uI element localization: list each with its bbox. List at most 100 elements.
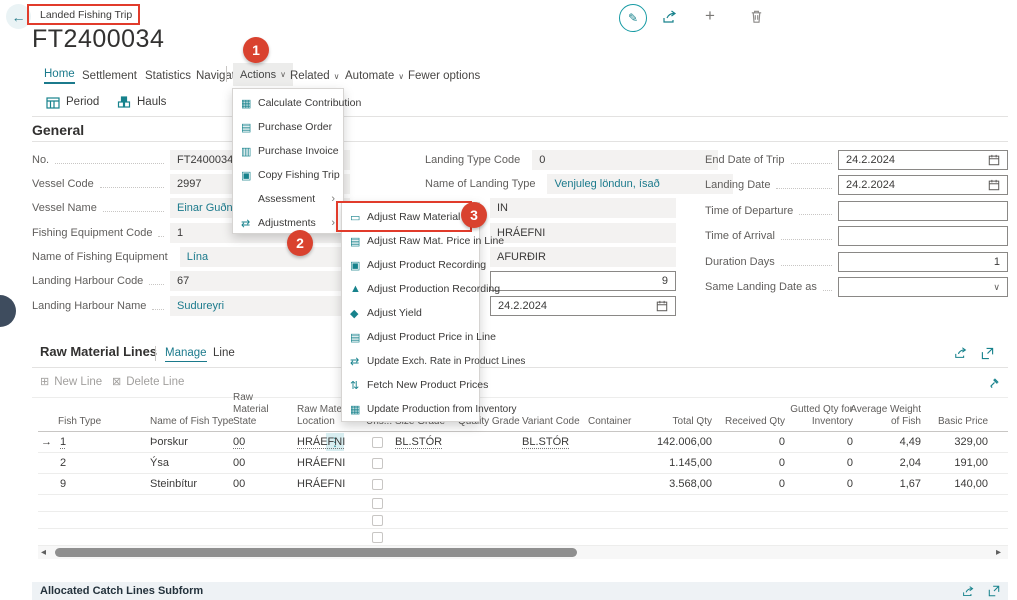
fish-name-cell[interactable]: Ýsa: [150, 453, 169, 473]
table-row[interactable]: 2 Ýsa 00 HRÁEFNI 1.145,00 0 0 2,04 191,0…: [38, 453, 1008, 474]
share-button[interactable]: [662, 9, 678, 25]
menu-actions[interactable]: Actions ∨: [233, 63, 293, 86]
state-cell[interactable]: 00: [233, 432, 245, 452]
location-in-field[interactable]: IN: [490, 198, 676, 218]
submenu-item-adjust-yield[interactable]: ◆ Adjust Yield: [342, 301, 479, 325]
basic-price-cell[interactable]: 191,00: [954, 453, 988, 473]
avg-weight-cell[interactable]: 2,04: [900, 453, 921, 473]
hauls-button[interactable]: Hauls: [117, 92, 166, 112]
menu-item-calculate-contribution[interactable]: ▦ Calculate Contribution: [233, 91, 343, 115]
total-qty-cell[interactable]: 3.568,00: [669, 474, 712, 494]
new-button[interactable]: +: [705, 6, 715, 26]
menu-related[interactable]: Related∨: [290, 66, 340, 86]
fewer-options-button[interactable]: Fewer options: [408, 66, 480, 86]
unspecified-checkbox[interactable]: [372, 432, 383, 452]
duration-days-field[interactable]: 1: [838, 252, 1008, 272]
location-cell[interactable]: HRÁEFNI: [297, 453, 345, 473]
middle-number-field[interactable]: 9: [490, 271, 676, 291]
share-icon[interactable]: [962, 585, 975, 598]
allocated-catch-lines-subform-header[interactable]: Allocated Catch Lines Subform: [32, 582, 1008, 600]
table-row-empty[interactable]: [38, 512, 1008, 529]
table-row-empty[interactable]: [38, 495, 1008, 512]
tab-settlement[interactable]: Settlement: [82, 66, 137, 86]
total-qty-cell[interactable]: 142.006,00: [657, 432, 712, 452]
menu-item-assessment[interactable]: Assessment ›: [233, 187, 343, 211]
middle-date-field[interactable]: 24.2.2024: [490, 296, 676, 316]
unspecified-checkbox[interactable]: [372, 495, 383, 511]
size-grade-cell[interactable]: BL.STÓR: [395, 432, 442, 452]
avg-weight-cell[interactable]: 1,67: [900, 474, 921, 494]
submenu-item-adjust-product-price-in-line[interactable]: ▤ Adjust Product Price in Line: [342, 325, 479, 349]
state-cell[interactable]: 00: [233, 474, 245, 494]
received-qty-cell[interactable]: 0: [779, 432, 785, 452]
tab-manage[interactable]: Manage: [165, 347, 207, 359]
new-line-button[interactable]: ⊞ New Line: [40, 375, 102, 388]
submenu-item-fetch-new-product-prices[interactable]: ⇅ Fetch New Product Prices: [342, 373, 479, 397]
pin-button[interactable]: [988, 376, 1001, 389]
landing-harbour-code-field[interactable]: 67: [170, 271, 350, 291]
adjust-raw-mat-price-icon: ▤: [350, 235, 367, 248]
submenu-item-update-production-from-inventory[interactable]: ▦ Update Production from Inventory: [342, 397, 479, 421]
unspecified-checkbox[interactable]: [372, 512, 383, 528]
fish-type-cell[interactable]: 9: [60, 474, 66, 494]
total-qty-cell[interactable]: 1.145,00: [669, 453, 712, 473]
edit-button[interactable]: ✎: [619, 4, 647, 32]
tab-statistics[interactable]: Statistics: [145, 66, 191, 86]
end-date-of-trip-field[interactable]: 24.2.2024: [838, 150, 1008, 170]
basic-price-cell[interactable]: 140,00: [954, 474, 988, 494]
landing-type-code-field[interactable]: 0: [532, 150, 718, 170]
scroll-right-icon[interactable]: ▸: [996, 547, 1001, 558]
unspecified-checkbox[interactable]: [372, 474, 383, 494]
delete-line-button[interactable]: ⊠ Delete Line: [112, 375, 184, 388]
table-row[interactable]: → 1 ⋮ Þorskur 00 HRÁEFNI BL.STÓR BL.STÓR…: [38, 432, 1008, 453]
scroll-left-icon[interactable]: ◂: [41, 547, 46, 558]
fish-type-cell[interactable]: 1: [60, 432, 66, 452]
name-of-fishing-equipment-field[interactable]: Lína: [180, 247, 360, 267]
fish-type-cell[interactable]: 2: [60, 453, 66, 473]
menu-item-copy-fishing-trip[interactable]: ▣ Copy Fishing Trip: [233, 163, 343, 187]
submenu-item-update-exch-rate-in-product-lines[interactable]: ⇄ Update Exch. Rate in Product Lines: [342, 349, 479, 373]
menu-automate[interactable]: Automate∨: [345, 66, 404, 86]
share-part-button[interactable]: [954, 346, 968, 360]
location-cell[interactable]: HRÁEFNI: [297, 474, 345, 494]
submenu-item-adjust-production-recording[interactable]: ▲ Adjust Production Recording: [342, 277, 479, 301]
menu-item-purchase-invoice[interactable]: ▥ Purchase Invoice: [233, 139, 343, 163]
submenu-item-adjust-raw-mat-price-in-line[interactable]: ▤ Adjust Raw Mat. Price in Line: [342, 229, 479, 253]
landing-date-field[interactable]: 24.2.2024: [838, 175, 1008, 195]
variant-code-cell[interactable]: BL.STÓR: [522, 432, 569, 452]
gutted-qty-cell[interactable]: 0: [847, 453, 853, 473]
tab-home[interactable]: Home: [44, 66, 75, 86]
fish-name-cell[interactable]: Steinbítur: [150, 474, 197, 494]
received-qty-cell[interactable]: 0: [779, 474, 785, 494]
fish-name-cell[interactable]: Þorskur: [150, 432, 188, 452]
location-cell[interactable]: HRÁEFNI: [297, 432, 345, 452]
menu-item-purchase-order[interactable]: ▤ Purchase Order: [233, 115, 343, 139]
state-cell[interactable]: 00: [233, 453, 245, 473]
period-button[interactable]: Period: [46, 92, 99, 112]
unspecified-checkbox[interactable]: [372, 453, 383, 473]
basic-price-cell[interactable]: 329,00: [954, 432, 988, 452]
submenu-item-adjust-product-recording[interactable]: ▣ Adjust Product Recording: [342, 253, 479, 277]
table-row[interactable]: 9 Steinbítur 00 HRÁEFNI 3.568,00 0 0 1,6…: [38, 474, 1008, 495]
gutted-qty-cell[interactable]: 0: [847, 474, 853, 494]
received-qty-cell[interactable]: 0: [779, 453, 785, 473]
landing-harbour-name-field[interactable]: Sudureyri: [170, 296, 350, 316]
gutted-qty-cell[interactable]: 0: [847, 432, 853, 452]
time-of-arrival-field[interactable]: [838, 226, 1008, 246]
expand-part-button[interactable]: [981, 347, 994, 360]
expand-icon[interactable]: [988, 585, 1000, 597]
calendar-icon[interactable]: [988, 179, 1000, 191]
afurdir-field[interactable]: AFURÐIR: [490, 247, 676, 267]
unspecified-checkbox[interactable]: [372, 529, 383, 545]
tab-line[interactable]: Line: [213, 347, 235, 359]
same-landing-date-as-combobox[interactable]: ∨: [838, 277, 1008, 297]
calendar-icon[interactable]: [988, 154, 1000, 166]
menu-item-adjustments[interactable]: ⇄ Adjustments ›: [233, 211, 343, 235]
hraefni-field[interactable]: HRÁEFNI: [490, 223, 676, 243]
avg-weight-cell[interactable]: 4,49: [900, 432, 921, 452]
calendar-icon[interactable]: [656, 300, 668, 312]
time-of-departure-field[interactable]: [838, 201, 1008, 221]
table-row-empty[interactable]: [38, 529, 1008, 546]
delete-button[interactable]: [749, 9, 764, 24]
scrollbar-thumb[interactable]: [55, 548, 577, 557]
